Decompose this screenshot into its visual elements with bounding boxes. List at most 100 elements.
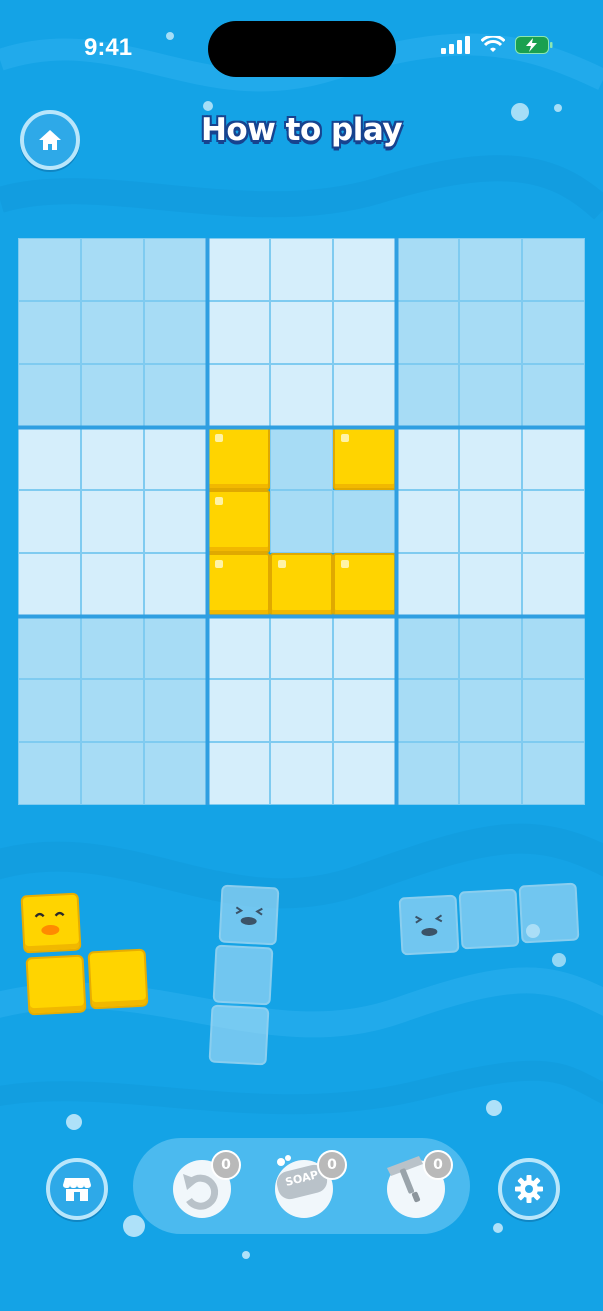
board-cell[interactable] xyxy=(522,679,585,742)
piece-l-duck[interactable] xyxy=(20,892,152,1020)
board-cell[interactable] xyxy=(333,616,396,679)
board-cell-filled[interactable] xyxy=(207,553,270,616)
soap-button[interactable]: SOAP 0 xyxy=(275,1150,347,1218)
shop-button[interactable] xyxy=(46,1158,108,1220)
board-cell[interactable] xyxy=(18,679,81,742)
board-cell[interactable] xyxy=(333,742,396,805)
board-cell[interactable] xyxy=(207,742,270,805)
gear-icon xyxy=(515,1175,543,1203)
board-cell[interactable] xyxy=(522,490,585,553)
board-cell[interactable] xyxy=(144,679,207,742)
board-cell[interactable] xyxy=(333,364,396,427)
board-cell[interactable] xyxy=(18,238,81,301)
piece-block xyxy=(518,882,580,944)
piece-vertical-ghost[interactable] xyxy=(208,884,288,1066)
board-cell[interactable] xyxy=(81,238,144,301)
board-cell[interactable] xyxy=(144,616,207,679)
board-cell[interactable] xyxy=(522,301,585,364)
board-cell[interactable] xyxy=(333,679,396,742)
board-cell-filled[interactable] xyxy=(270,553,333,616)
board-cell[interactable] xyxy=(396,427,459,490)
board-cell[interactable] xyxy=(459,616,522,679)
board-cell[interactable] xyxy=(396,679,459,742)
duck-face-icon xyxy=(235,906,263,926)
board-cell[interactable] xyxy=(144,742,207,805)
board-cell[interactable] xyxy=(522,742,585,805)
board-cell[interactable] xyxy=(522,616,585,679)
board-cell[interactable] xyxy=(522,364,585,427)
board-cell[interactable] xyxy=(459,301,522,364)
board-cell[interactable] xyxy=(81,301,144,364)
board-cell[interactable] xyxy=(270,490,333,553)
board-cell[interactable] xyxy=(459,553,522,616)
board-cell[interactable] xyxy=(207,238,270,301)
board-cell[interactable] xyxy=(396,553,459,616)
piece-block xyxy=(25,954,87,1016)
board-cell[interactable] xyxy=(144,301,207,364)
board-cell[interactable] xyxy=(81,742,144,805)
board-cell[interactable] xyxy=(144,238,207,301)
board-cell[interactable] xyxy=(207,301,270,364)
board-cell[interactable] xyxy=(270,742,333,805)
board-cell[interactable] xyxy=(81,427,144,490)
board-cell[interactable] xyxy=(396,616,459,679)
piece-block xyxy=(458,888,520,950)
board-cell[interactable] xyxy=(396,301,459,364)
board-cell-filled[interactable] xyxy=(207,427,270,490)
board-cell[interactable] xyxy=(459,742,522,805)
board-cell-filled[interactable] xyxy=(207,490,270,553)
board-cell[interactable] xyxy=(18,490,81,553)
board-cell[interactable] xyxy=(270,679,333,742)
board-cell-filled[interactable] xyxy=(333,427,396,490)
board-cell[interactable] xyxy=(459,490,522,553)
board-cell[interactable] xyxy=(270,364,333,427)
board-cell[interactable] xyxy=(270,301,333,364)
board-cell[interactable] xyxy=(333,490,396,553)
board-cell[interactable] xyxy=(522,553,585,616)
board-cell[interactable] xyxy=(207,616,270,679)
board-cell[interactable] xyxy=(18,553,81,616)
board-cell[interactable] xyxy=(270,427,333,490)
settings-button[interactable] xyxy=(498,1158,560,1220)
duck-face-icon xyxy=(415,914,443,937)
board-cell[interactable] xyxy=(81,679,144,742)
board-cell[interactable] xyxy=(396,490,459,553)
board-cell[interactable] xyxy=(144,553,207,616)
board-cell[interactable] xyxy=(144,364,207,427)
board-cell[interactable] xyxy=(18,616,81,679)
board-cell[interactable] xyxy=(333,301,396,364)
board-cell[interactable] xyxy=(270,238,333,301)
board-cell-filled[interactable] xyxy=(333,553,396,616)
board-cell[interactable] xyxy=(459,364,522,427)
board-cell[interactable] xyxy=(81,364,144,427)
board-cell[interactable] xyxy=(81,616,144,679)
board-cell[interactable] xyxy=(18,742,81,805)
board-cell[interactable] xyxy=(333,238,396,301)
soap-count-badge: 0 xyxy=(317,1150,347,1180)
board-cell[interactable] xyxy=(459,238,522,301)
board-cell[interactable] xyxy=(144,427,207,490)
page-title: How to play xyxy=(200,112,403,148)
board-cell[interactable] xyxy=(522,238,585,301)
board-cell[interactable] xyxy=(396,742,459,805)
undo-count-badge: 0 xyxy=(211,1150,241,1180)
ghost-duck-block xyxy=(398,894,460,956)
board-cell[interactable] xyxy=(18,364,81,427)
board-cell[interactable] xyxy=(207,679,270,742)
board-cell[interactable] xyxy=(18,301,81,364)
board-cell[interactable] xyxy=(144,490,207,553)
board-cell[interactable] xyxy=(18,427,81,490)
game-board[interactable] xyxy=(18,238,585,805)
board-cell[interactable] xyxy=(459,427,522,490)
piece-horizontal-ghost[interactable] xyxy=(398,882,584,962)
board-cell[interactable] xyxy=(396,364,459,427)
board-cell[interactable] xyxy=(459,679,522,742)
squeegee-button[interactable]: 0 xyxy=(387,1150,453,1218)
board-cell[interactable] xyxy=(81,490,144,553)
board-cell[interactable] xyxy=(81,553,144,616)
board-cell[interactable] xyxy=(396,238,459,301)
board-cell[interactable] xyxy=(270,616,333,679)
board-cell[interactable] xyxy=(522,427,585,490)
board-cell[interactable] xyxy=(207,364,270,427)
undo-button[interactable]: 0 xyxy=(173,1150,241,1218)
